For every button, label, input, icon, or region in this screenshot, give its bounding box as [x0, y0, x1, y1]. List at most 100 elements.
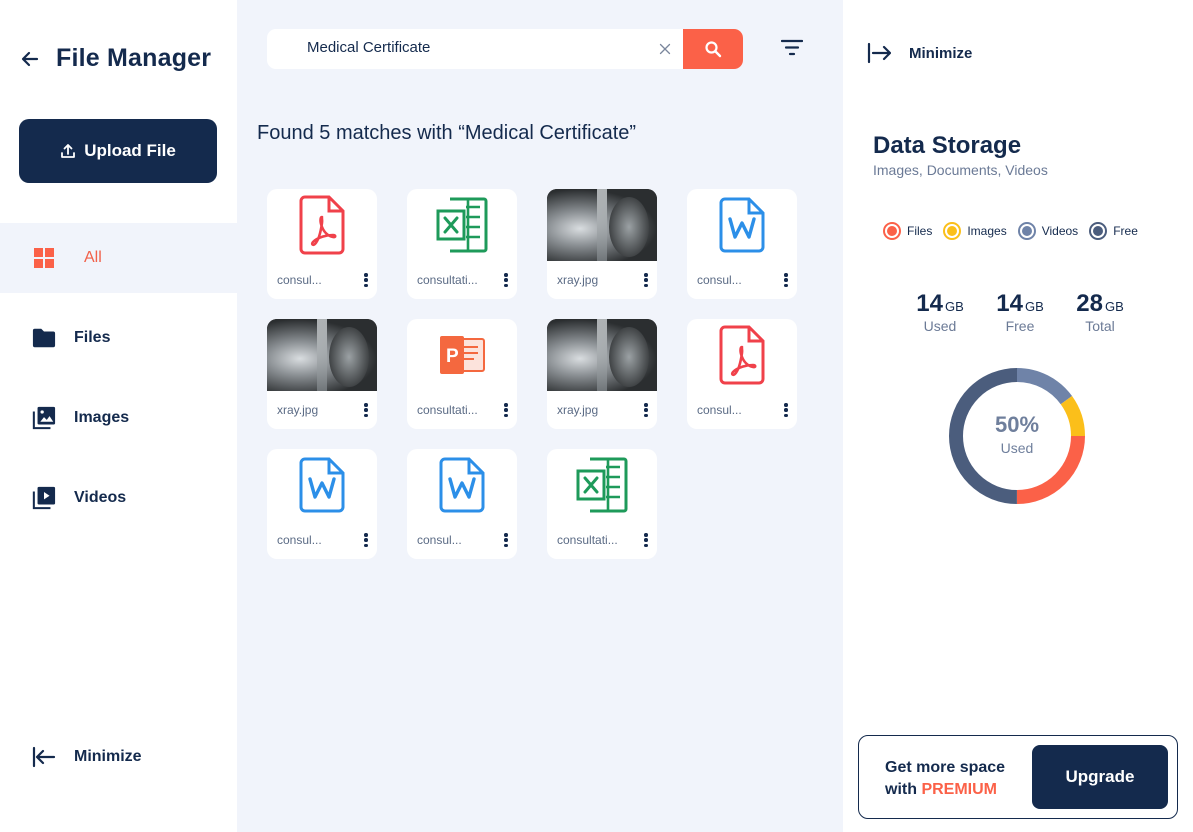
app-title: File Manager — [56, 44, 212, 72]
excel-icon — [407, 189, 517, 261]
more-options-icon[interactable] — [503, 403, 509, 417]
storage-title: Data Storage — [873, 132, 1022, 159]
premium-highlight: PREMIUM — [921, 781, 998, 798]
sidebar-item-files[interactable]: Files — [0, 303, 237, 373]
stat-used: 14 GB Used — [905, 290, 975, 334]
powerpoint-icon: P — [407, 319, 517, 391]
upgrade-button[interactable]: Upgrade — [1032, 745, 1168, 809]
stat-unit: GB — [1024, 299, 1044, 314]
legend-dot — [883, 222, 901, 240]
word-icon — [267, 449, 377, 521]
more-options-icon[interactable] — [363, 273, 369, 287]
legend-dot — [943, 222, 962, 240]
more-options-icon[interactable] — [363, 403, 369, 417]
upload-icon — [60, 143, 76, 159]
grid-icon — [32, 246, 56, 270]
svg-text:P: P — [446, 346, 459, 367]
file-card[interactable]: P consultati... — [407, 319, 517, 429]
search-input[interactable] — [307, 39, 637, 56]
collapse-right-icon — [867, 42, 891, 64]
xray-image-thumbnail — [547, 189, 657, 261]
upload-file-label: Upload File — [84, 141, 176, 160]
donut-center-label: 50% Used — [948, 412, 1086, 456]
stat-value: 14 — [916, 290, 943, 317]
stat-unit: GB — [944, 299, 964, 314]
back-arrow-icon[interactable] — [20, 48, 42, 70]
file-name: consul... — [697, 403, 742, 417]
sidebar-item-images[interactable]: Images — [0, 383, 237, 453]
sidebar-header: File Manager — [20, 44, 211, 73]
more-options-icon[interactable] — [643, 533, 649, 547]
legend-label: Free — [1113, 224, 1138, 238]
word-icon — [687, 189, 797, 261]
file-card[interactable]: xray.jpg — [267, 319, 377, 429]
file-name: consul... — [417, 533, 462, 547]
legend-dot — [1089, 222, 1108, 240]
sidebar-item-label: All — [84, 249, 102, 266]
file-card[interactable]: consul... — [267, 449, 377, 559]
storage-panel: Minimize Data Storage Images, Documents,… — [843, 0, 1193, 832]
file-name: consul... — [277, 533, 322, 547]
legend-dot — [1017, 222, 1036, 240]
collapse-left-icon — [32, 746, 56, 768]
donut-label-text: Used — [1000, 440, 1034, 456]
storage-subtitle: Images, Documents, Videos — [873, 162, 1048, 178]
file-card[interactable]: consul... — [267, 189, 377, 299]
file-card[interactable]: consultati... — [407, 189, 517, 299]
file-name: consultati... — [557, 533, 618, 547]
stat-label: Total — [1085, 318, 1115, 334]
donut-percent: 50% — [994, 412, 1040, 437]
more-options-icon[interactable] — [503, 533, 509, 547]
stat-value: 14 — [996, 290, 1023, 317]
sidebar-item-all[interactable]: All — [0, 223, 237, 293]
sidebar: File Manager Upload File All Files Image… — [0, 0, 237, 832]
file-card[interactable]: xray.jpg — [547, 189, 657, 299]
results-heading: Found 5 matches with “Medical Certificat… — [257, 122, 637, 144]
file-card[interactable]: consul... — [687, 319, 797, 429]
main-content: Found 5 matches with “Medical Certificat… — [237, 0, 843, 832]
search-button[interactable] — [683, 29, 743, 69]
file-name: xray.jpg — [277, 403, 319, 417]
minimize-label: Minimize — [74, 748, 142, 765]
pdf-icon — [267, 189, 377, 261]
legend-label: Files — [907, 224, 933, 238]
upload-file-button[interactable]: Upload File — [19, 119, 217, 183]
more-options-icon[interactable] — [503, 273, 509, 287]
more-options-icon[interactable] — [783, 403, 789, 417]
clear-icon[interactable] — [657, 41, 673, 57]
panel-minimize-button[interactable]: Minimize — [867, 42, 972, 64]
premium-text: Get more space with PREMIUM — [885, 757, 1005, 801]
file-card[interactable]: consul... — [407, 449, 517, 559]
legend-label: Videos — [1041, 224, 1079, 238]
file-name: consul... — [277, 273, 322, 287]
more-options-icon[interactable] — [643, 403, 649, 417]
premium-line2-prefix: with — [885, 781, 917, 798]
images-icon — [32, 406, 56, 430]
file-name: consul... — [697, 273, 742, 287]
file-card[interactable]: consultati... — [547, 449, 657, 559]
xray-image-thumbnail — [547, 319, 657, 391]
sidebar-minimize-button[interactable]: Minimize — [32, 746, 142, 768]
file-name: xray.jpg — [557, 273, 599, 287]
legend-label: Images — [967, 224, 1007, 238]
stat-free: 14 GB Free — [985, 290, 1055, 334]
legend-item-videos: Videos — [1017, 222, 1079, 240]
more-options-icon[interactable] — [363, 533, 369, 547]
legend-item-images: Images — [943, 222, 1007, 240]
search-bar — [267, 29, 743, 69]
more-options-icon[interactable] — [783, 273, 789, 287]
file-card[interactable]: xray.jpg — [547, 319, 657, 429]
sidebar-item-label: Images — [74, 409, 130, 426]
sidebar-item-label: Videos — [74, 489, 127, 506]
word-icon — [407, 449, 517, 521]
premium-card: Get more space with PREMIUM Upgrade — [858, 735, 1178, 819]
file-name: consultati... — [417, 403, 478, 417]
file-name: xray.jpg — [557, 403, 599, 417]
stat-label: Free — [1005, 318, 1035, 334]
more-options-icon[interactable] — [643, 273, 649, 287]
file-card[interactable]: consul... — [687, 189, 797, 299]
excel-icon — [547, 449, 657, 521]
filter-icon[interactable] — [781, 39, 803, 57]
search-icon — [705, 41, 722, 58]
sidebar-item-videos[interactable]: Videos — [0, 463, 237, 533]
